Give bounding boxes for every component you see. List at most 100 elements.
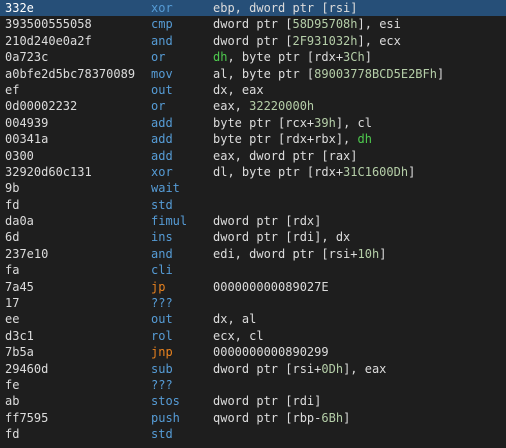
disassembly-row[interactable]: 210d240e0a2f and dword ptr [2F931032h], ec… bbox=[0, 33, 506, 49]
instruction-operands: dword ptr [rdi] bbox=[213, 393, 321, 409]
operand-segment: dl, byte ptr [rdx+ bbox=[213, 164, 344, 179]
instruction-operands: dl, byte ptr [rdx+31C1600Dh] bbox=[213, 164, 415, 180]
instruction-operands: dword ptr [rdi], dx bbox=[213, 229, 350, 245]
operand-segment: ] bbox=[436, 66, 445, 81]
operand-segment: 89003778BCD5E2BFh bbox=[314, 66, 437, 81]
disassembly-row[interactable]: 004939 add byte ptr [rcx+39h], cl bbox=[0, 115, 506, 131]
instruction-bytes: 0300 bbox=[5, 148, 34, 163]
instruction-mnemonic: and bbox=[151, 33, 173, 48]
instruction-bytes: 237e10 bbox=[5, 246, 49, 261]
operand-segment: 0Dh bbox=[321, 361, 344, 376]
instruction-operands: 0000000000890299 bbox=[213, 344, 329, 360]
instruction-operands: eax, dword ptr [rax] bbox=[213, 148, 358, 164]
operand-segment: dh bbox=[357, 132, 372, 147]
disassembly-row[interactable]: da0a fimul dword ptr [rdx] bbox=[0, 213, 506, 229]
operand-segment: ], ecx bbox=[357, 33, 401, 48]
disassembly-row[interactable]: ab stos dword ptr [rdi] bbox=[0, 393, 506, 409]
disassembly-row[interactable]: fa cli bbox=[0, 262, 506, 278]
instruction-operands: ebp, dword ptr [rsi] bbox=[213, 0, 358, 16]
operand-segment: eax, bbox=[213, 99, 250, 114]
instruction-bytes: fd bbox=[5, 427, 20, 442]
instruction-mnemonic: sub bbox=[151, 361, 173, 376]
operand-segment: 0000000000890299 bbox=[213, 345, 329, 360]
instruction-mnemonic: ins bbox=[151, 230, 173, 245]
instruction-bytes: 7b5a bbox=[5, 345, 34, 360]
instruction-operands: eax, 32220000h bbox=[213, 98, 314, 114]
operand-segment: dx, eax bbox=[213, 82, 264, 97]
disassembly-row[interactable]: fe??? bbox=[0, 377, 506, 393]
disassembly-row[interactable]: ff7595 push qword ptr [rbp-6Bh] bbox=[0, 410, 506, 426]
operand-segment: byte ptr [rcx+ bbox=[213, 115, 315, 130]
disassembly-row[interactable]: 7b5a jnp 0000000000890299 bbox=[0, 344, 506, 360]
instruction-bytes: 9b bbox=[5, 181, 20, 196]
operand-segment: ] bbox=[379, 246, 387, 261]
operand-segment: dword ptr [rsi+ bbox=[213, 361, 322, 376]
disassembly-row[interactable]: 332e xor ebp, dword ptr [rsi] bbox=[0, 0, 506, 17]
disassembly-row[interactable]: 0a723c or dh, byte ptr [rdx+3Ch] bbox=[0, 49, 506, 65]
instruction-operands: dword ptr [58D95708h], esi bbox=[213, 16, 401, 32]
operand-segment: eax, dword ptr [rax] bbox=[213, 148, 358, 163]
disassembly-row[interactable]: fd std bbox=[0, 426, 506, 442]
instruction-bytes: fe bbox=[5, 377, 20, 392]
operand-segment: ebp, dword ptr [rsi] bbox=[213, 1, 358, 15]
instruction-mnemonic: xor bbox=[151, 164, 173, 179]
disassembly-row[interactable]: 0300 add eax, dword ptr [rax] bbox=[0, 148, 506, 164]
instruction-bytes: fa bbox=[5, 263, 20, 278]
instruction-mnemonic: jp bbox=[151, 279, 166, 294]
instruction-bytes: ef bbox=[5, 82, 20, 97]
operand-segment: 000000000089027E bbox=[213, 279, 329, 294]
instruction-bytes: 004939 bbox=[5, 115, 49, 130]
instruction-operands: qword ptr [rbp-6Bh] bbox=[213, 410, 350, 426]
operand-segment: dword ptr [rdi], dx bbox=[213, 230, 351, 245]
disassembly-row[interactable]: ee out dx, al bbox=[0, 311, 506, 327]
operand-segment: byte ptr [rdx+rbx], bbox=[213, 132, 358, 147]
instruction-operands: byte ptr [rcx+39h], cl bbox=[213, 115, 372, 131]
instruction-mnemonic: and bbox=[151, 246, 173, 261]
disassembly-row[interactable]: 0d00002232 or eax, 32220000h bbox=[0, 98, 506, 114]
instruction-mnemonic: stos bbox=[151, 394, 180, 409]
disassembly-row[interactable]: 6d ins dword ptr [rdi], dx bbox=[0, 229, 506, 245]
instruction-mnemonic: rol bbox=[151, 328, 173, 343]
instruction-operands: al, byte ptr [89003778BCD5E2BFh] bbox=[213, 66, 444, 82]
operand-segment: 3Ch bbox=[343, 50, 365, 65]
disassembly-row[interactable]: 32920d60c131 xor dl, byte ptr [rdx+31C1600… bbox=[0, 164, 506, 180]
operand-segment: dh bbox=[213, 50, 228, 65]
instruction-bytes: 0a723c bbox=[5, 50, 49, 65]
operand-segment: 31C1600Dh bbox=[343, 164, 409, 179]
instruction-bytes: ff7595 bbox=[5, 410, 49, 425]
disassembly-row[interactable]: fd std bbox=[0, 197, 506, 213]
instruction-mnemonic: add bbox=[151, 115, 173, 130]
instruction-mnemonic: mov bbox=[151, 66, 173, 81]
instruction-bytes: 210d240e0a2f bbox=[5, 33, 92, 48]
instruction-bytes: da0a bbox=[5, 214, 34, 229]
disassembly-row[interactable]: a0bfe2d5bc78370089 mov al, byte ptr [89003… bbox=[0, 66, 506, 82]
instruction-mnemonic: add bbox=[151, 132, 173, 147]
operand-segment: ] bbox=[343, 410, 351, 425]
instruction-bytes: ee bbox=[5, 312, 20, 327]
operand-segment: qword ptr [rbp- bbox=[213, 410, 322, 425]
instruction-bytes: ab bbox=[5, 394, 20, 409]
instruction-operands: dword ptr [rdx] bbox=[213, 213, 321, 229]
disassembly-row[interactable]: 7a45 jp 000000000089027E bbox=[0, 279, 506, 295]
instruction-mnemonic: xor bbox=[151, 1, 173, 15]
disassembly-row[interactable]: 237e10 and edi, dword ptr [rsi+10h] bbox=[0, 246, 506, 262]
instruction-mnemonic: wait bbox=[151, 181, 180, 196]
disassembly-row[interactable]: 9b wait bbox=[0, 180, 506, 196]
instruction-bytes: 29460d bbox=[5, 361, 49, 376]
instruction-operands: dx, al bbox=[213, 311, 256, 327]
operand-segment: ] bbox=[408, 164, 416, 179]
disassembly-row[interactable]: 393500555058 cmp dword ptr [58D95708h], es… bbox=[0, 16, 506, 32]
operand-segment: 32220000h bbox=[249, 99, 315, 114]
operand-segment: dword ptr [rdi] bbox=[213, 394, 322, 409]
disassembly-row[interactable]: ef out dx, eax bbox=[0, 82, 506, 98]
instruction-mnemonic: push bbox=[151, 410, 180, 425]
operand-segment: 39h bbox=[314, 115, 336, 130]
operand-segment: ], eax bbox=[343, 361, 387, 376]
disassembly-view[interactable]: 332e xor ebp, dword ptr [rsi] 393500555058 c… bbox=[0, 0, 506, 448]
disassembly-row[interactable]: 29460d sub dword ptr [rsi+0Dh], eax bbox=[0, 361, 506, 377]
disassembly-row[interactable]: 17??? bbox=[0, 295, 506, 311]
disassembly-row[interactable]: 00341a add byte ptr [rdx+rbx], dh bbox=[0, 131, 506, 147]
instruction-operands: dx, eax bbox=[213, 82, 264, 98]
disassembly-row[interactable]: d3c1 rol ecx, cl bbox=[0, 328, 506, 344]
operand-segment: 10h bbox=[357, 246, 380, 261]
